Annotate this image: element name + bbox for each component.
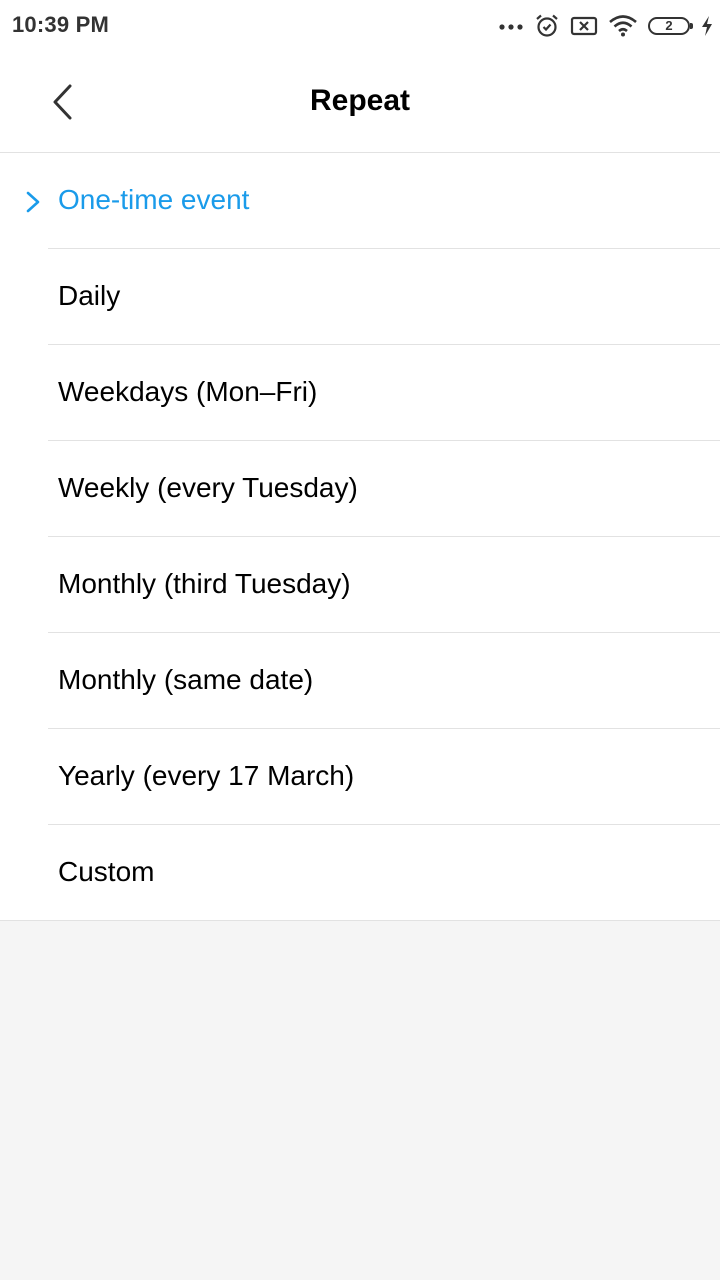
charging-bolt-icon [700,15,714,37]
option-yearly[interactable]: Yearly (every 17 March) [0,729,720,825]
option-daily[interactable]: Daily [0,249,720,345]
sim-x-icon [570,15,598,37]
divider [0,920,720,921]
option-weekdays[interactable]: Weekdays (Mon–Fri) [0,345,720,441]
status-icons: 2 [498,12,714,40]
battery-tip [690,23,693,29]
more-dots-icon [498,21,524,31]
option-custom[interactable]: Custom [0,825,720,921]
wifi-icon [608,14,638,38]
option-label: Daily [58,280,121,311]
option-monthly-third-tuesday[interactable]: Monthly (third Tuesday) [0,537,720,633]
option-label: Monthly (third Tuesday) [58,568,351,599]
battery-icon: 2 [648,17,693,35]
repeat-options-list: One-time event Daily Weekdays (Mon–Fri) … [0,153,720,921]
chevron-right-icon [26,191,40,213]
option-label: Weekdays (Mon–Fri) [58,376,318,407]
option-label: Yearly (every 17 March) [58,760,355,791]
page-title: Repeat [309,84,411,117]
option-label: Weekly (every Tuesday) [58,472,358,503]
option-label: Monthly (same date) [58,664,314,695]
status-bar: 10:39 PM 2 [0,0,720,52]
battery-level: 2 [665,18,673,33]
option-one-time-event[interactable]: One-time event [0,153,720,249]
option-label: Custom [58,856,155,887]
content-area: 10:39 PM 2 Repeat One-time event Daily W… [0,0,720,921]
status-time: 10:39 PM [12,12,109,37]
option-label: One-time event [58,184,250,215]
option-weekly[interactable]: Weekly (every Tuesday) [0,441,720,537]
alarm-icon [534,13,560,39]
option-monthly-same-date[interactable]: Monthly (same date) [0,633,720,729]
header: Repeat [0,52,720,153]
